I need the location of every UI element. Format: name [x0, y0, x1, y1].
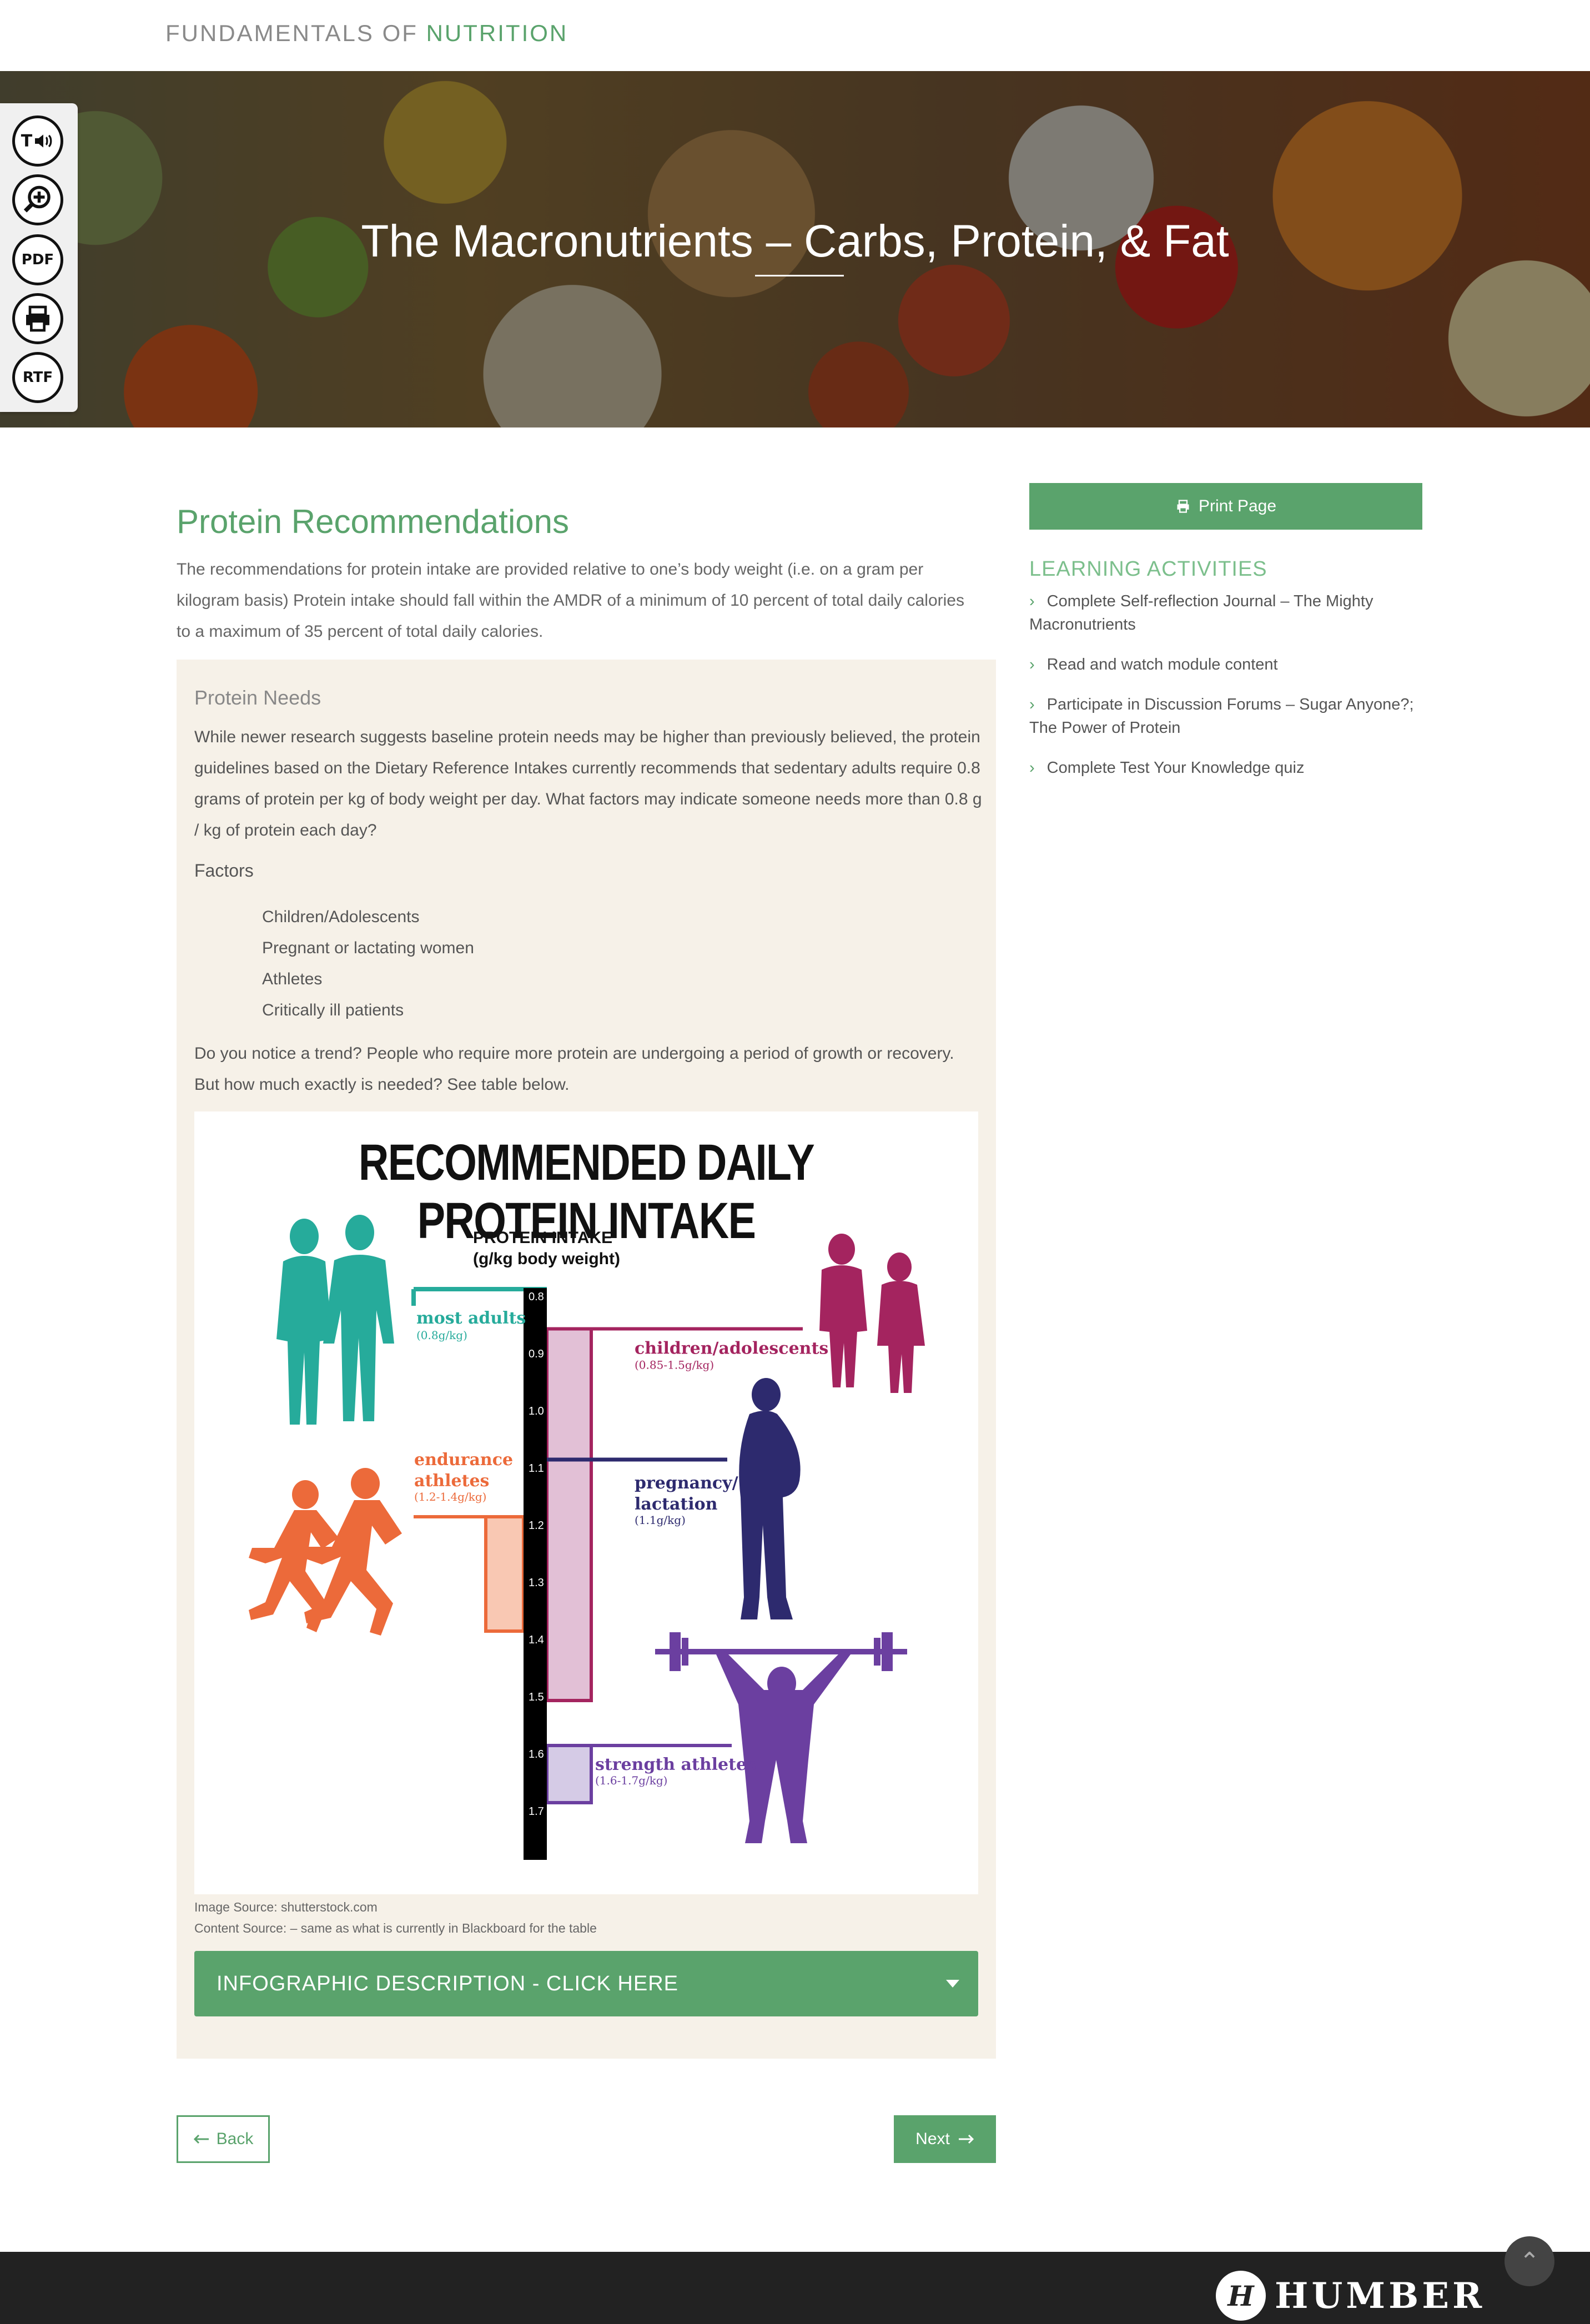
axis-title-line1: PROTEIN INTAKE: [473, 1229, 612, 1247]
activity-label: Complete Test Your Knowledge quiz: [1046, 759, 1305, 777]
learning-activities-title: LEARNING ACTIVITIES: [1029, 557, 1267, 581]
factors-list: Children/Adolescents Pregnant or lactati…: [262, 902, 474, 1026]
endurance-label-line2: athletes: [414, 1471, 489, 1491]
children-range-band: [545, 1327, 593, 1702]
zoom-in-icon: [23, 185, 51, 213]
accessibility-toolbar: T PDF RTF: [0, 103, 78, 412]
print-toolbar-button[interactable]: [12, 293, 63, 344]
list-item: Pregnant or lactating women: [262, 939, 474, 957]
axis-title-line2: (g/kg body weight): [473, 1250, 620, 1268]
site-brand[interactable]: FUNDAMENTALS OF NUTRITION: [165, 20, 568, 47]
learning-activity-item[interactable]: › Complete Test Your Knowledge quiz: [1029, 756, 1429, 779]
endurance-range-band: [484, 1515, 525, 1633]
chevron-up-icon: ⌃: [1519, 2247, 1540, 2275]
list-item: Critically ill patients: [262, 1001, 404, 1019]
humber-logo-icon: H: [1216, 2271, 1266, 2321]
axis-tick-label: 1.4: [529, 1634, 544, 1646]
rtf-icon: RTF: [22, 369, 53, 386]
axis-tick-label: 1.2: [529, 1520, 544, 1532]
infographic-description-accordion[interactable]: INFOGRAPHIC DESCRIPTION - CLICK HERE: [194, 1951, 978, 2016]
learning-activities-list: › Complete Self-reflection Journal – The …: [1029, 590, 1429, 796]
axis-tick-label: 1.6: [529, 1748, 544, 1760]
axis-tick-label: 1.1: [529, 1462, 544, 1475]
axis-tick-label: 1.5: [529, 1691, 544, 1703]
axis-tick-label: 1.3: [529, 1577, 544, 1589]
chevron-right-icon: ›: [1029, 759, 1035, 777]
axis-tick-label: 1.7: [529, 1805, 544, 1818]
adults-range: (0.8g/kg): [416, 1329, 467, 1342]
printer-icon: [1177, 500, 1189, 513]
back-button[interactable]: Back: [177, 2115, 270, 2163]
protein-needs-paragraph: While newer research suggests baseline p…: [194, 728, 982, 839]
humber-logo[interactable]: H HUMBER: [1216, 2271, 1485, 2321]
pdf-icon: PDF: [21, 251, 54, 268]
back-to-top-button[interactable]: ⌃: [1505, 2236, 1554, 2286]
print-label: Print Page: [1198, 497, 1277, 515]
list-item: Athletes: [262, 970, 323, 988]
activity-label: Complete Self-reflection Journal – The M…: [1029, 592, 1373, 633]
activity-label: Participate in Discussion Forums – Sugar…: [1029, 696, 1414, 737]
children-label: children/adolescents: [635, 1339, 828, 1359]
accordion-label: INFOGRAPHIC DESCRIPTION - CLICK HERE: [217, 1972, 678, 1995]
text-to-speech-label: T: [21, 131, 33, 151]
pregnancy-range: (1.1g/kg): [635, 1513, 686, 1527]
protein-intake-chart: PROTEIN INTAKE (g/kg body weight) 0.80.9…: [249, 1215, 925, 1860]
caret-down-icon: [946, 1980, 959, 1988]
list-item: Children/Adolescents: [262, 908, 420, 926]
next-button[interactable]: Next: [894, 2115, 996, 2163]
title-underline: [755, 275, 844, 276]
hero-banner: The Macronutrients – Carbs, Protein, & F…: [0, 71, 1590, 427]
text-to-speech-icon: T: [21, 130, 54, 152]
trend-paragraph: Do you notice a trend? People who requir…: [194, 1044, 954, 1094]
strength-range: (1.6-1.7g/kg): [595, 1774, 667, 1787]
runners-silhouette-icon: [249, 1468, 402, 1636]
site-header: FUNDAMENTALS OF NUTRITION: [0, 0, 1590, 71]
brand-accent: NUTRITION: [426, 20, 568, 46]
back-label: Back: [216, 2130, 254, 2148]
protein-infographic: RECOMMENDED DAILY PROTEIN INTAKE PROTEIN…: [194, 1111, 978, 1894]
activity-label: Read and watch module content: [1046, 656, 1278, 673]
children-silhouette-icon: [819, 1234, 925, 1393]
factors-heading: Factors: [194, 861, 254, 881]
learning-activity-item[interactable]: › Complete Self-reflection Journal – The …: [1029, 590, 1429, 636]
arrow-right-icon: [958, 2134, 974, 2144]
endurance-label-line1: endurance: [414, 1450, 513, 1470]
weightlifter-silhouette-icon: [655, 1632, 907, 1843]
intro-paragraph: The recommendations for protein intake a…: [177, 560, 964, 641]
content-source: Content Source: – same as what is curren…: [194, 1921, 597, 1935]
pregnancy-label-line2: lactation: [635, 1495, 718, 1514]
printer-icon: [26, 305, 49, 332]
magnify-button[interactable]: [12, 174, 63, 225]
sources: Image Source: shutterstock.com Content S…: [194, 1897, 597, 1939]
endurance-range: (1.2-1.4g/kg): [414, 1490, 486, 1503]
print-page-button[interactable]: Print Page: [1029, 483, 1422, 530]
learning-activity-item[interactable]: › Participate in Discussion Forums – Suga…: [1029, 693, 1429, 740]
chevron-right-icon: ›: [1029, 656, 1035, 673]
chevron-right-icon: ›: [1029, 696, 1035, 713]
axis-tick-label: 0.9: [529, 1348, 544, 1360]
intake-axis-bar: [524, 1288, 547, 1860]
chevron-right-icon: ›: [1029, 592, 1035, 610]
pregnant-silhouette-icon: [739, 1378, 801, 1619]
arrow-left-icon: [193, 2134, 209, 2144]
section-heading: Protein Recommendations: [177, 503, 570, 540]
axis-tick-label: 0.8: [529, 1291, 544, 1303]
pdf-button[interactable]: PDF: [12, 234, 63, 285]
learning-activity-item[interactable]: › Read and watch module content: [1029, 653, 1429, 676]
protein-needs-title: Protein Needs: [194, 686, 321, 709]
adults-silhouette-icon: [276, 1215, 394, 1425]
strength-range-band: [545, 1744, 593, 1804]
image-source: Image Source: shutterstock.com: [194, 1900, 378, 1914]
brand-prefix: FUNDAMENTALS OF: [165, 20, 426, 46]
children-range: (0.85-1.5g/kg): [635, 1359, 714, 1372]
pregnancy-label-line1: pregnancy/: [635, 1473, 738, 1493]
strength-label: strength athletes: [595, 1755, 756, 1774]
rtf-button[interactable]: RTF: [12, 352, 63, 403]
text-to-speech-button[interactable]: T: [12, 115, 63, 167]
next-label: Next: [915, 2130, 950, 2148]
humber-logo-text: HUMBER: [1275, 2275, 1486, 2317]
adults-label: most adults: [416, 1309, 526, 1328]
page-title: The Macronutrients – Carbs, Protein, & F…: [361, 216, 1229, 266]
axis-tick-label: 1.0: [529, 1405, 544, 1417]
